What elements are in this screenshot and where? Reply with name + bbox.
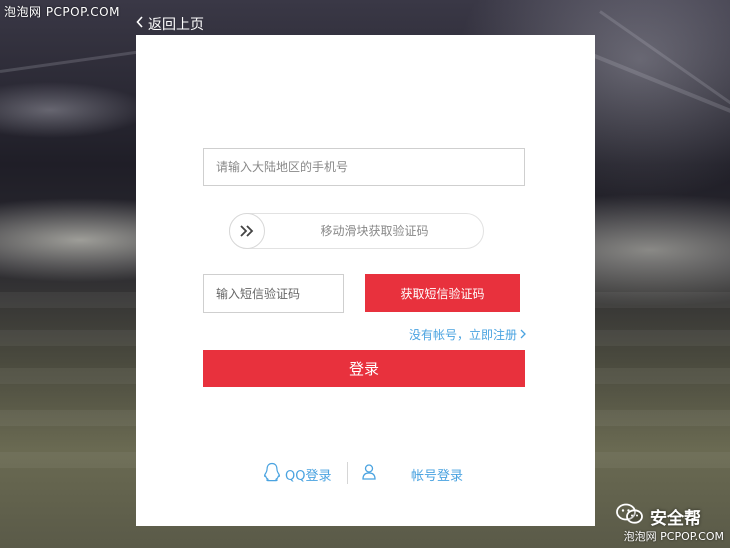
login-card: 移动滑块获取验证码 获取短信验证码 没有帐号，立即注册 登录 QQ登录: [136, 35, 595, 526]
login-divider: [347, 462, 348, 484]
chevron-right-icon: [520, 328, 526, 342]
wechat-account-name: 安全帮: [650, 509, 701, 529]
qq-login-label: QQ登录: [285, 468, 332, 484]
register-link-label: 没有帐号，立即注册: [408, 328, 517, 342]
back-button[interactable]: 返回上页: [136, 14, 204, 34]
wechat-icon: [616, 503, 644, 530]
account-login-icon-button[interactable]: [362, 464, 376, 484]
slider-hint: 移动滑块获取验证码: [320, 224, 429, 238]
watermark-bottom: 泡泡网 PCPOP.COM: [623, 530, 724, 543]
register-link[interactable]: 没有帐号，立即注册: [409, 326, 526, 343]
slider-handle[interactable]: [229, 213, 265, 249]
alt-login-bar: QQ登录 帐号登录: [136, 462, 595, 486]
get-sms-code-button[interactable]: 获取短信验证码: [365, 274, 520, 312]
user-icon: [362, 464, 376, 484]
login-button[interactable]: 登录: [203, 350, 525, 387]
phone-input[interactable]: [203, 148, 525, 186]
double-chevron-right-icon: [239, 222, 255, 241]
qq-login-button[interactable]: QQ登录: [263, 462, 331, 486]
chevron-left-icon: [136, 16, 144, 32]
wechat-account-badge: 安全帮: [616, 503, 701, 530]
account-login-button[interactable]: 帐号登录: [411, 465, 463, 484]
watermark-top: 泡泡网 PCPOP.COM: [4, 5, 120, 19]
sms-code-input[interactable]: [203, 274, 344, 313]
back-label: 返回上页: [148, 17, 204, 33]
qq-penguin-icon: [263, 462, 281, 486]
captcha-slider[interactable]: 移动滑块获取验证码: [229, 213, 484, 249]
